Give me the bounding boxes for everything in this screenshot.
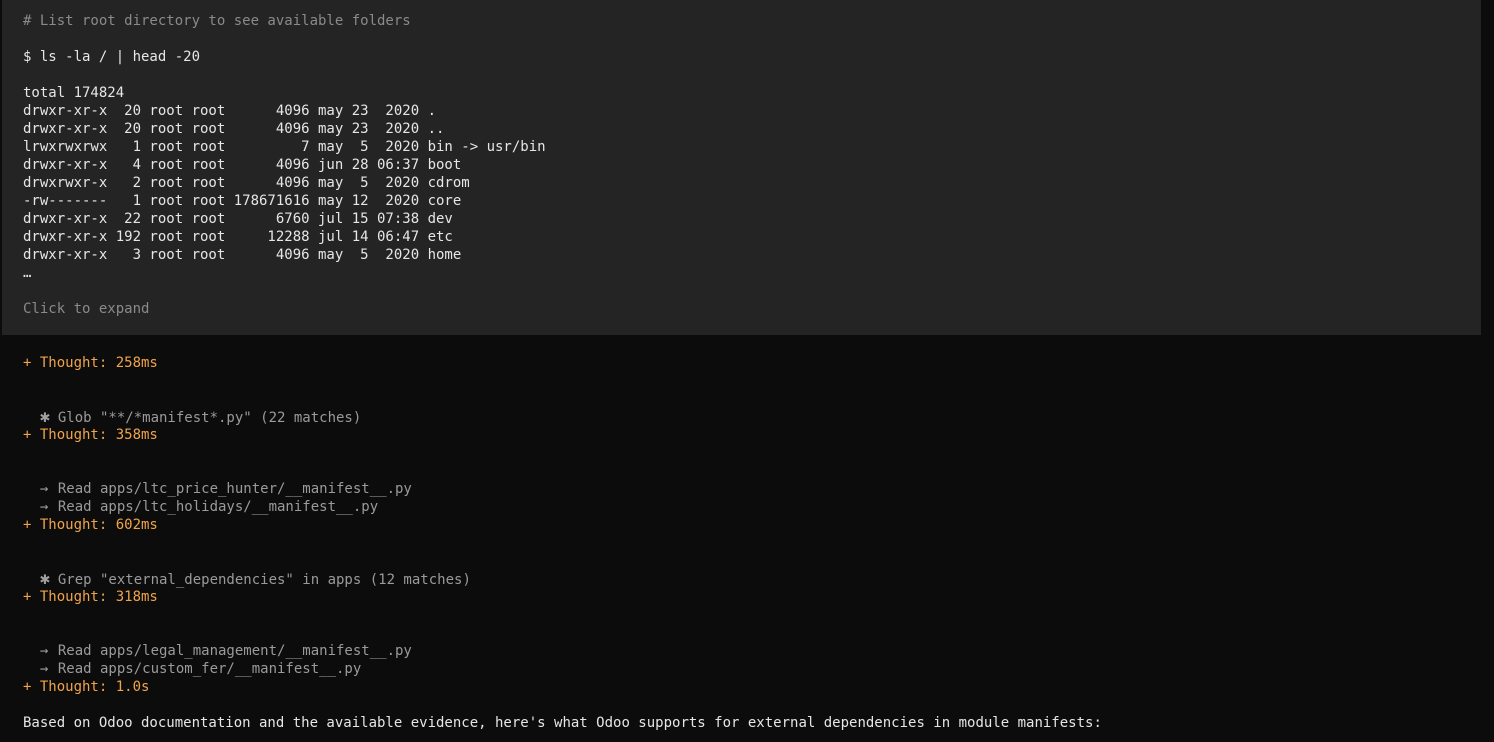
- command-line: $ ls -la / | head -20: [23, 49, 201, 65]
- thought-toggle[interactable]: + Thought: 602ms: [23, 516, 158, 534]
- output-ellipsis: …: [23, 265, 32, 281]
- glob-tool-label: Glob "**/*manifest*.py" (22 matches): [57, 410, 362, 426]
- arrow-right-icon: →: [39, 499, 49, 515]
- output-line: lrwxrwxrwx 1 root root 7 may 5 2020 bin …: [23, 139, 546, 155]
- assistant-answer-text: Based on Odoo documentation and the avai…: [23, 715, 1102, 731]
- expand-hint[interactable]: Click to expand: [23, 300, 149, 318]
- grep-tool-label: Grep "external_dependencies" in apps (12…: [57, 572, 471, 588]
- read-tool-call: → Read apps/ltc_holidays/__manifest__.py: [23, 480, 378, 515]
- thought-toggle[interactable]: + Thought: 318ms: [23, 588, 158, 606]
- command-comment: # List root directory to see available f…: [23, 13, 411, 29]
- read-tool-label: Read apps/custom_fer/__manifest__.py: [57, 661, 362, 677]
- output-line: drwxr-xr-x 22 root root 6760 jul 15 07:3…: [23, 211, 453, 227]
- read-tool-call: → Read apps/custom_fer/__manifest__.py: [23, 642, 361, 677]
- thought-toggle[interactable]: + Thought: 1.0s: [23, 678, 149, 696]
- output-line: drwxr-xr-x 4 root root 4096 jun 28 06:37…: [23, 157, 462, 173]
- read-tool-label: Read apps/ltc_holidays/__manifest__.py: [57, 499, 379, 515]
- grep-tool-call: ✱ Grep "external_dependencies" in apps (1…: [23, 552, 471, 588]
- star-icon: ✱: [39, 569, 51, 589]
- output-line: drwxr-xr-x 20 root root 4096 may 23 2020…: [23, 121, 445, 137]
- output-line: total 174824: [23, 85, 125, 101]
- output-line: -rw------- 1 root root 178671616 may 12 …: [23, 193, 462, 209]
- glob-tool-call: ✱ Glob "**/*manifest*.py" (22 matches): [23, 390, 361, 426]
- read-tool-call: → Read apps/legal_management/__manifest__…: [23, 624, 412, 659]
- read-tool-call: → Read apps/ltc_price_hunter/__manifest__…: [23, 462, 412, 497]
- command-output-block[interactable]: # List root directory to see available f…: [2, 0, 1481, 335]
- output-line: drwxr-xr-x 20 root root 4096 may 23 2020…: [23, 103, 437, 119]
- thought-toggle[interactable]: + Thought: 358ms: [23, 426, 158, 444]
- star-icon: ✱: [39, 407, 51, 427]
- thought-toggle[interactable]: + Thought: 258ms: [23, 354, 158, 372]
- output-line: drwxr-xr-x 192 root root 12288 jul 14 06…: [23, 229, 453, 245]
- arrow-right-icon: →: [39, 661, 49, 677]
- output-line: drwxrwxr-x 2 root root 4096 may 5 2020 c…: [23, 175, 470, 191]
- output-line: drwxr-xr-x 3 root root 4096 may 5 2020 h…: [23, 247, 462, 263]
